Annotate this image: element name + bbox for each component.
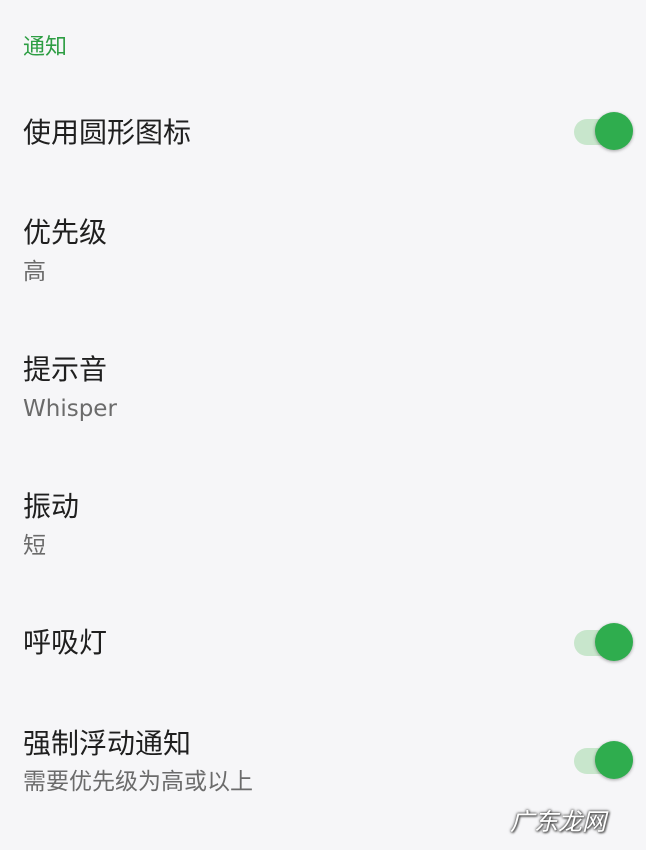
setting-description: 需要优先级为高或以上 xyxy=(23,769,253,795)
setting-title: 提示音 xyxy=(23,353,108,386)
round-icon-toggle[interactable] xyxy=(574,112,634,152)
toggle-thumb xyxy=(595,623,633,661)
setting-title: 呼吸灯 xyxy=(23,626,108,659)
breathing-light-toggle[interactable] xyxy=(574,623,634,663)
toggle-thumb xyxy=(595,741,633,779)
setting-priority[interactable]: 优先级 高 xyxy=(0,200,646,310)
toggle-thumb xyxy=(595,112,633,150)
setting-value: 高 xyxy=(23,259,46,285)
setting-title: 优先级 xyxy=(23,216,108,249)
setting-title: 振动 xyxy=(23,490,80,523)
setting-sound[interactable]: 提示音 Whisper xyxy=(0,337,646,447)
section-header-notifications: 通知 xyxy=(23,35,68,60)
setting-title: 使用圆形图标 xyxy=(23,116,192,149)
setting-value: 短 xyxy=(23,533,46,559)
watermark: 广东龙网 xyxy=(510,808,606,836)
setting-vibration[interactable]: 振动 短 xyxy=(0,474,646,584)
setting-breathing-light[interactable]: 呼吸灯 xyxy=(0,605,646,685)
settings-page: 通知 使用圆形图标 优先级 高 提示音 Whisper 振动 短 呼吸灯 强制浮… xyxy=(0,0,646,850)
force-floating-toggle[interactable] xyxy=(574,741,634,781)
setting-value: Whisper xyxy=(23,396,117,422)
setting-title: 强制浮动通知 xyxy=(23,727,192,760)
setting-round-icon[interactable]: 使用圆形图标 xyxy=(0,95,646,175)
